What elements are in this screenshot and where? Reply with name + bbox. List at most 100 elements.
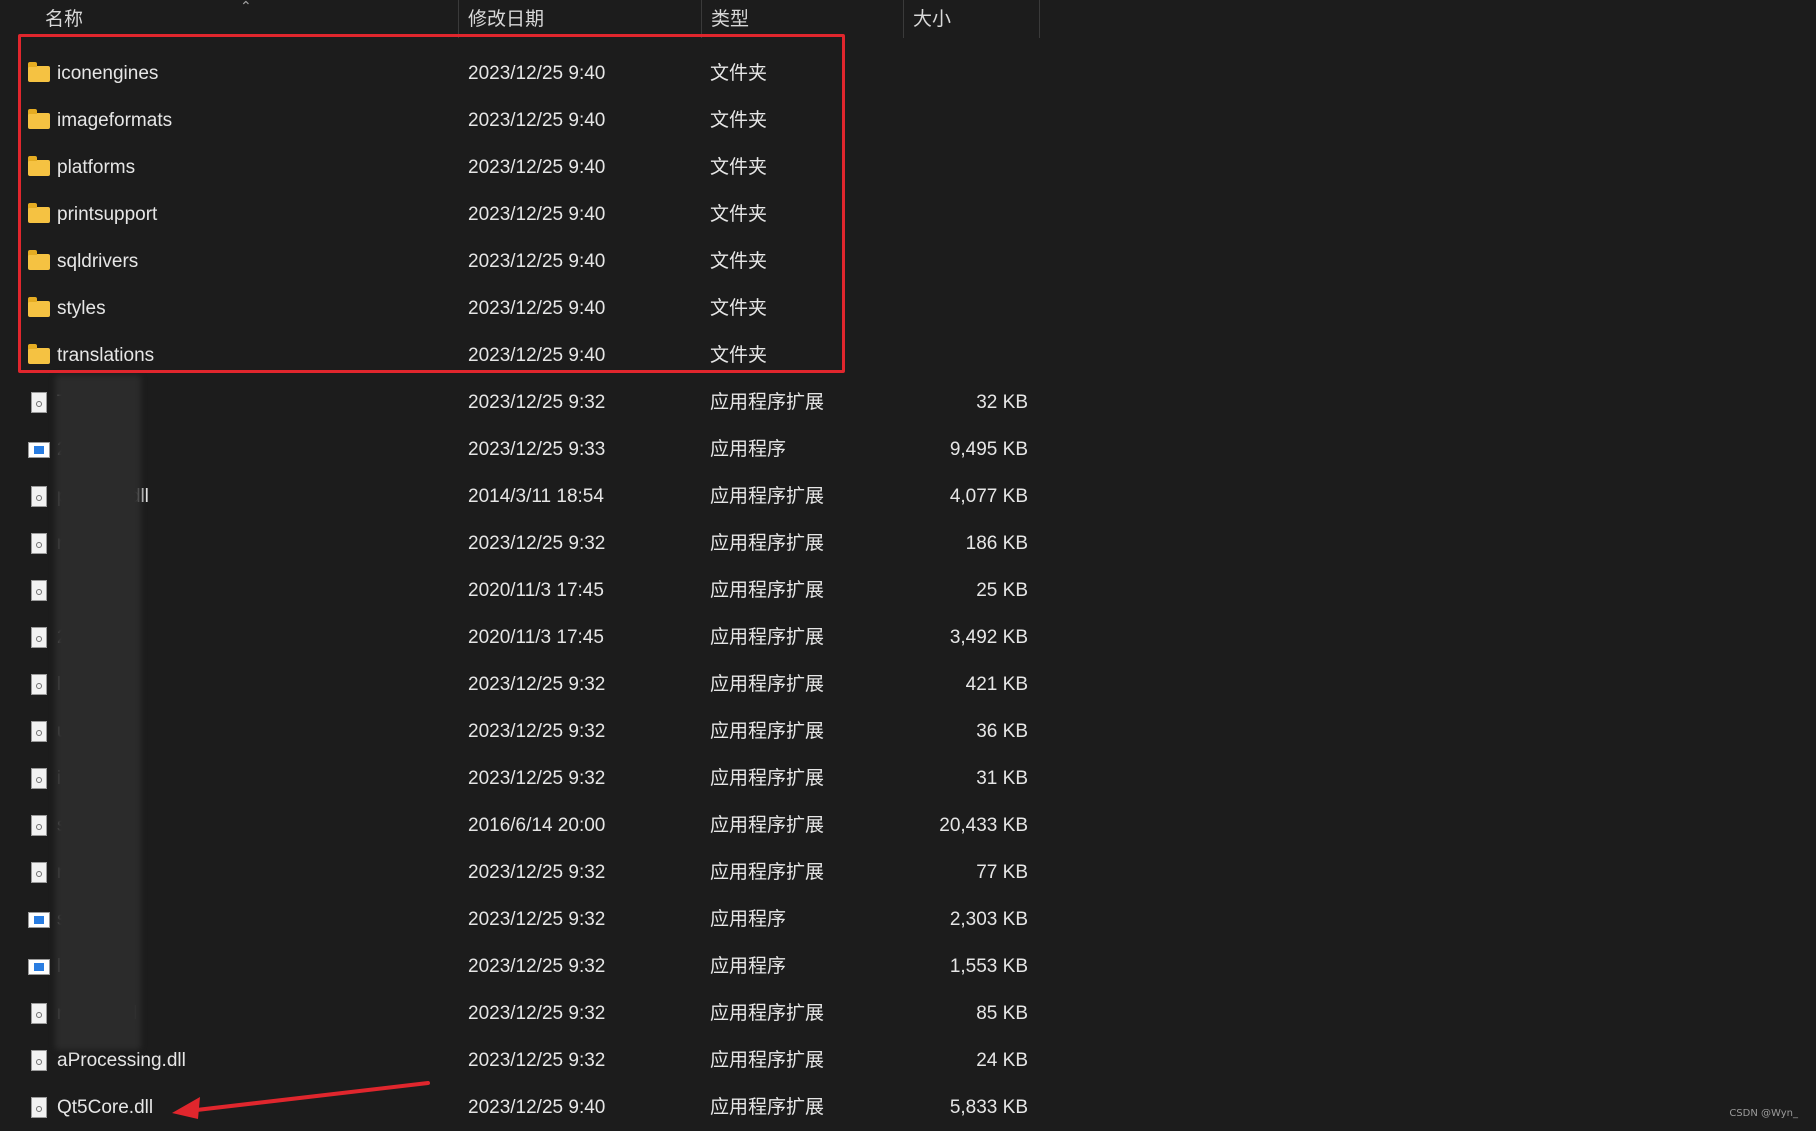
file-row[interactable]: piler_47.dll2014/3/11 18:54应用程序扩展4,077 K… xyxy=(0,473,1040,520)
dll-icon xyxy=(31,1097,47,1118)
file-row[interactable]: 2.dll2020/11/3 17:45应用程序扩展3,492 KB xyxy=(0,614,1040,661)
dll-icon xyxy=(31,815,47,836)
file-icon-cell xyxy=(26,285,52,332)
file-size: 31 KB xyxy=(976,768,1028,789)
file-icon-cell xyxy=(26,1037,52,1084)
folder-row[interactable]: translations 2023/12/25 9:40 文件夹 xyxy=(0,332,1040,379)
file-modified-date: 2023/12/25 9:32 xyxy=(468,533,606,554)
file-size: 25 KB xyxy=(976,580,1028,601)
folder-icon xyxy=(28,61,50,82)
file-size xyxy=(900,285,1028,332)
folder-row[interactable]: printsupport 2023/12/25 9:40 文件夹 xyxy=(0,191,1040,238)
file-type: 应用程序 xyxy=(710,909,787,930)
file-type: 应用程序扩展 xyxy=(710,580,825,601)
file-size: 3,492 KB xyxy=(949,627,1028,648)
file-type: 应用程序扩展 xyxy=(710,721,825,742)
folder-row[interactable]: imageformats 2023/12/25 9:40 文件夹 xyxy=(0,97,1040,144)
folder-row[interactable]: sqldrivers 2023/12/25 9:40 文件夹 xyxy=(0,238,1040,285)
file-modified-date: 2023/12/25 9:40 xyxy=(468,110,606,131)
file-name: platforms xyxy=(57,157,136,178)
file-row[interactable]: sw.dll2016/6/14 20:00应用程序扩展20,433 KB xyxy=(0,802,1040,849)
file-icon-cell xyxy=(26,849,52,896)
dll-icon xyxy=(31,392,47,413)
file-type: 文件夹 xyxy=(710,345,768,366)
file-size: 9,495 KB xyxy=(949,439,1028,460)
file-row[interactable]: 2.exe2023/12/25 9:33应用程序9,495 KB xyxy=(0,426,1040,473)
file-modified-date: 2023/12/25 9:32 xyxy=(468,1050,606,1071)
file-type: 应用程序 xyxy=(710,439,787,460)
folder-icon xyxy=(28,296,50,317)
exe-icon xyxy=(28,911,50,928)
file-row[interactable]: Tool.dll2023/12/25 9:32应用程序扩展32 KB xyxy=(0,379,1040,426)
file-type: 文件夹 xyxy=(710,251,768,272)
column-header-date[interactable]: 修改日期 xyxy=(460,0,700,38)
file-row[interactable]: nager.dll2023/12/25 9:32应用程序扩展186 KB xyxy=(0,520,1040,567)
file-modified-date: 2023/12/25 9:40 xyxy=(468,251,606,272)
file-size xyxy=(900,332,1028,379)
file-name: imageformats xyxy=(57,110,173,131)
file-icon-cell xyxy=(26,943,52,990)
column-divider[interactable] xyxy=(1039,0,1040,38)
file-row[interactable]: 2020/11/3 17:45 应用程序扩展 25 KB xyxy=(0,567,1040,614)
dll-icon xyxy=(31,580,47,601)
file-type: 应用程序扩展 xyxy=(710,674,825,695)
file-size xyxy=(900,97,1028,144)
folder-row[interactable]: platforms 2023/12/25 9:40 文件夹 xyxy=(0,144,1040,191)
file-modified-date: 2023/12/25 9:40 xyxy=(468,63,606,84)
redacted-filename-blur xyxy=(55,375,141,1050)
file-modified-date: 2016/6/14 20:00 xyxy=(468,815,606,836)
file-type: 文件夹 xyxy=(710,157,768,178)
column-divider[interactable] xyxy=(701,0,702,38)
file-size: 36 KB xyxy=(976,721,1028,742)
file-row[interactable]: Qt5Core.dll 2023/12/25 9:40 应用程序扩展 5,833 KB xyxy=(0,1084,1040,1131)
file-modified-date: 2023/12/25 9:40 xyxy=(468,298,606,319)
file-row[interactable]: nmetic.dll2023/12/25 9:32应用程序扩展85 KB xyxy=(0,990,1040,1037)
file-icon-cell xyxy=(26,567,52,614)
file-type: 应用程序扩展 xyxy=(710,768,825,789)
file-icon-cell xyxy=(26,1084,52,1131)
dll-icon xyxy=(31,721,47,742)
file-row[interactable]: s.exe2023/12/25 9:32应用程序2,303 KB xyxy=(0,896,1040,943)
file-icon-cell xyxy=(26,520,52,567)
file-modified-date: 2020/11/3 17:45 xyxy=(468,580,604,601)
dll-icon xyxy=(31,1050,47,1071)
file-row[interactable]: lyser.exe2023/12/25 9:32应用程序1,553 KB xyxy=(0,943,1040,990)
file-type: 应用程序扩展 xyxy=(710,627,825,648)
exe-icon xyxy=(28,958,50,975)
dll-icon xyxy=(31,862,47,883)
file-row[interactable]: ualAid.dll2023/12/25 9:32应用程序扩展36 KB xyxy=(0,708,1040,755)
column-header-size[interactable]: 大小 xyxy=(905,0,1038,38)
file-type: 应用程序 xyxy=(710,956,787,977)
annotation-arrow xyxy=(172,1081,430,1119)
folder-icon xyxy=(28,155,50,176)
file-icon-cell xyxy=(26,144,52,191)
watermark: CSDN @Wyn_ xyxy=(1729,1108,1798,1119)
file-row[interactable]: ll2023/12/25 9:32应用程序扩展421 KB xyxy=(0,661,1040,708)
file-icon-cell xyxy=(26,614,52,661)
file-modified-date: 2023/12/25 9:40 xyxy=(468,157,606,178)
file-modified-date: 2023/12/25 9:32 xyxy=(468,392,606,413)
file-modified-date: 2023/12/25 9:33 xyxy=(468,439,606,460)
file-size: 20,433 KB xyxy=(939,815,1028,836)
file-icon-cell xyxy=(26,896,52,943)
file-size xyxy=(900,144,1028,191)
folder-row[interactable]: styles 2023/12/25 9:40 文件夹 xyxy=(0,285,1040,332)
column-divider[interactable] xyxy=(903,0,904,38)
file-size: 186 KB xyxy=(965,533,1028,554)
column-header-type[interactable]: 类型 xyxy=(703,0,903,38)
file-name: sqldrivers xyxy=(57,251,139,272)
file-modified-date: 2023/12/25 9:32 xyxy=(468,674,606,695)
file-row[interactable]: nager.dll2023/12/25 9:32应用程序扩展77 KB xyxy=(0,849,1040,896)
file-modified-date: 2023/12/25 9:32 xyxy=(468,768,606,789)
file-row[interactable]: aProcessing.dll 2023/12/25 9:32 应用程序扩展 24 K… xyxy=(0,1037,1040,1084)
exe-icon xyxy=(28,441,50,458)
column-divider[interactable] xyxy=(458,0,459,38)
file-icon-cell xyxy=(26,379,52,426)
file-type: 文件夹 xyxy=(710,110,768,131)
column-header-name-label: 名称 xyxy=(45,9,84,30)
file-type: 应用程序扩展 xyxy=(710,862,825,883)
file-row[interactable]: id.dll2023/12/25 9:32应用程序扩展31 KB xyxy=(0,755,1040,802)
folder-row[interactable]: iconengines 2023/12/25 9:40 文件夹 xyxy=(0,50,1040,97)
file-modified-date: 2023/12/25 9:32 xyxy=(468,1003,606,1024)
file-size: 1,553 KB xyxy=(949,956,1028,977)
